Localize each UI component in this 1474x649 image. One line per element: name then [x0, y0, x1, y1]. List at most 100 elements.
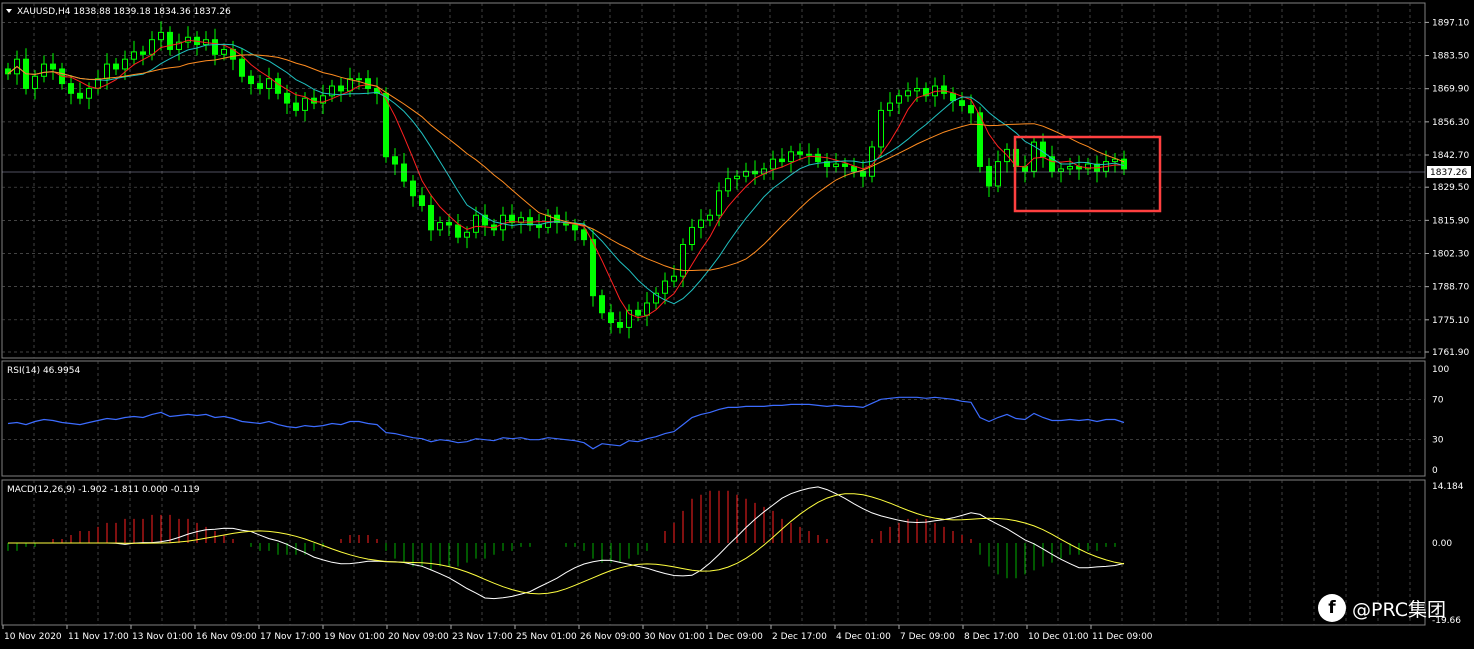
trading-chart[interactable]: 1837.26 XAUUSD,H4 1838.88 1839.18 1834.3… [0, 0, 1474, 649]
candle-body [1058, 168, 1064, 172]
candle-body [833, 163, 839, 167]
symbol-info: XAUUSD,H4 1838.88 1839.18 1834.36 1837.2… [17, 7, 231, 17]
candle-body [5, 68, 11, 75]
price-tick-label: 1802.30 [1432, 250, 1469, 260]
ma-slow-line [7, 54, 1125, 272]
macd-tick-label: 14.184 [1432, 482, 1464, 492]
candle-body [671, 275, 677, 282]
candle-body [950, 92, 956, 102]
time-tick-label: 1 Dec 09:00 [708, 632, 763, 642]
candle-body [572, 224, 578, 231]
candle-body [293, 102, 299, 111]
candle-body [104, 63, 110, 80]
time-tick-label: 11 Dec 09:00 [1092, 632, 1153, 642]
price-tick-label: 1856.30 [1432, 118, 1469, 128]
time-tick-label: 8 Dec 17:00 [964, 632, 1019, 642]
candle-body [32, 75, 38, 89]
candle-body [140, 51, 146, 55]
candle-body [896, 95, 902, 104]
candle-body [617, 322, 623, 328]
candle-body [878, 109, 884, 148]
time-tick-label: 19 Nov 01:00 [324, 632, 385, 642]
time-tick-label: 10 Nov 2020 [4, 632, 62, 642]
price-tick-label: 1761.90 [1432, 348, 1469, 358]
candle-body [464, 231, 470, 238]
symbol-dropdown-icon[interactable] [6, 9, 12, 13]
time-tick-label: 4 Dec 01:00 [836, 632, 891, 642]
price-tick-label: 1842.70 [1432, 151, 1469, 161]
candle-body [536, 224, 542, 228]
candle-body [770, 158, 776, 170]
price-series [5, 21, 1127, 339]
candle-body [887, 102, 893, 111]
rsi-panel[interactable] [1, 360, 1426, 477]
watermark-logo-icon: f [1318, 594, 1346, 622]
time-tick-label: 20 Nov 09:00 [388, 632, 449, 642]
candle-body [815, 153, 821, 163]
time-tick-label: 26 Nov 09:00 [580, 632, 641, 642]
candle-body [212, 39, 218, 55]
candle-body [419, 195, 425, 206]
candle-body [644, 302, 650, 316]
rsi-line [7, 396, 1125, 450]
candle-body [698, 219, 704, 228]
candle-body [131, 51, 137, 60]
rsi-tick-label: 30 [1432, 436, 1444, 446]
rsi-tick-label: 70 [1432, 395, 1444, 405]
candle-body [266, 78, 272, 89]
candle-body [185, 36, 191, 43]
candle-body [977, 112, 983, 167]
candle-body [725, 178, 731, 192]
candle-body [527, 217, 533, 226]
candle-body [995, 161, 1001, 187]
candle-body [428, 204, 434, 231]
candle-body [851, 165, 857, 172]
candle-body [689, 226, 695, 245]
candle-body [437, 222, 443, 231]
candle-body [635, 309, 641, 316]
candle-body [392, 156, 398, 165]
candle-body [122, 58, 128, 70]
candle-body [905, 90, 911, 97]
candle-body [158, 31, 164, 41]
candle-body [500, 214, 506, 231]
candle-body [1121, 158, 1127, 170]
candle-body [248, 75, 254, 85]
candle-body [599, 295, 605, 314]
candle-body [806, 153, 812, 156]
candle-body [275, 78, 281, 94]
candle-body [149, 39, 155, 55]
time-tick-label: 2 Dec 17:00 [772, 632, 827, 642]
price-tick-label: 1897.10 [1432, 18, 1469, 28]
candle-body [779, 158, 785, 163]
time-tick-label: 10 Dec 01:00 [1028, 632, 1089, 642]
rsi-series [7, 396, 1125, 450]
candle-body [455, 224, 461, 238]
candle-body [797, 151, 803, 155]
watermark-text: @PRC集团 [1352, 598, 1446, 621]
time-tick-label: 7 Dec 09:00 [900, 632, 955, 642]
candle-body [941, 85, 947, 94]
candle-body [410, 180, 416, 197]
candle-body [446, 222, 452, 226]
macd-tick-label: 0.00 [1432, 539, 1452, 549]
candle-body [473, 214, 479, 233]
candle-body [302, 97, 308, 111]
watermark: f @PRC集团 [1318, 593, 1446, 623]
candle-body [914, 87, 920, 92]
macd-panel[interactable] [1, 479, 1426, 626]
price-tick-label: 1869.90 [1432, 85, 1469, 95]
candle-body [959, 100, 965, 107]
time-tick-label: 23 Nov 17:00 [452, 632, 513, 642]
candle-body [662, 280, 668, 294]
rsi-tick-label: 0 [1432, 466, 1438, 476]
price-tick-label: 1829.50 [1432, 183, 1469, 193]
price-tick-label: 1788.70 [1432, 283, 1469, 293]
candle-body [590, 239, 596, 297]
candle-body [239, 58, 245, 77]
time-axis: 10 Nov 2020 11 Nov 17:00 13 Nov 01:00 16 No… [2, 625, 1153, 642]
time-tick-label: 25 Nov 01:00 [516, 632, 577, 642]
time-tick-label: 11 Nov 17:00 [68, 632, 129, 642]
candle-body [968, 105, 974, 114]
macd-series [7, 486, 1125, 600]
